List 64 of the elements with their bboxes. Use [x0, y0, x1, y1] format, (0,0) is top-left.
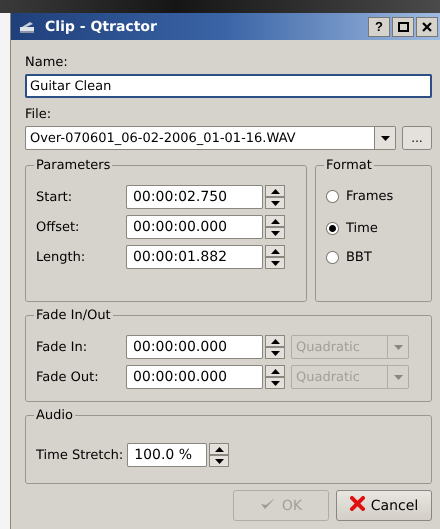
up-arrow-icon — [270, 248, 280, 254]
spin-up-button[interactable] — [265, 185, 285, 197]
spin-up-button[interactable] — [265, 215, 285, 227]
spin-down-button[interactable] — [265, 197, 285, 209]
radio-circle[interactable] — [326, 222, 339, 235]
field-label: Start: — [36, 190, 74, 204]
name-field[interactable]: Guitar Clean — [25, 74, 432, 98]
down-arrow-icon — [270, 200, 280, 206]
maximize-icon — [398, 22, 408, 32]
down-arrow-icon — [270, 350, 280, 356]
spin-up-button[interactable] — [265, 245, 285, 257]
field-label: Time Stretch: — [36, 448, 124, 462]
time-spinbox[interactable]: 00:00:00.000 — [126, 335, 263, 359]
radio-option[interactable]: Time — [326, 221, 378, 236]
radio-option[interactable]: Frames — [326, 189, 394, 204]
field-label: Fade Out: — [36, 370, 100, 384]
browse-button[interactable]: ... — [402, 126, 432, 150]
up-arrow-icon — [270, 188, 280, 194]
spin-down-button[interactable] — [209, 455, 230, 467]
spin-up-button[interactable] — [209, 443, 230, 455]
up-arrow-icon — [270, 218, 280, 224]
down-arrow-icon — [270, 260, 280, 266]
radio-circle[interactable] — [326, 190, 339, 203]
radio-option[interactable]: BBT — [326, 250, 372, 265]
up-arrow-icon — [270, 338, 280, 344]
close-button[interactable] — [416, 16, 438, 36]
dropdown-arrow-icon — [380, 136, 390, 140]
spin-down-button[interactable] — [265, 347, 285, 359]
time-spinbox[interactable]: 00:00:00.000 — [126, 365, 263, 389]
cancel-button[interactable]: Cancel — [336, 490, 432, 521]
down-arrow-icon — [270, 230, 280, 236]
cancel-icon — [350, 496, 365, 511]
close-icon — [422, 22, 432, 32]
time-spinbox[interactable]: 00:00:02.750 — [126, 185, 263, 209]
time-spinbox[interactable]: 00:00:00.000 — [126, 215, 263, 239]
spin-up-button[interactable] — [265, 335, 285, 347]
maximize-button[interactable] — [392, 16, 414, 36]
spin-up-button[interactable] — [265, 365, 285, 377]
group-title: Audio — [35, 408, 74, 423]
spin-down-button[interactable] — [265, 257, 285, 269]
app-icon — [19, 20, 35, 34]
time-spinbox[interactable]: 00:00:01.882 — [126, 245, 263, 269]
group-title: Format — [325, 158, 373, 173]
radio-circle[interactable] — [326, 251, 339, 264]
window-title: Clip - Qtractor — [45, 18, 158, 34]
field-label: File: — [25, 107, 52, 122]
field-label: Length: — [36, 250, 86, 264]
dropdown-arrow-icon — [394, 344, 402, 350]
percent-spinbox[interactable]: 100.0 % — [127, 443, 208, 467]
down-arrow-icon — [270, 380, 280, 386]
group-title: Fade In/Out — [35, 308, 112, 323]
help-button[interactable]: ? — [368, 16, 390, 36]
field-label: Name: — [25, 55, 68, 70]
spin-down-button[interactable] — [265, 377, 285, 389]
check-icon — [260, 497, 276, 510]
down-arrow-icon — [214, 458, 224, 464]
field-label: Fade In: — [36, 340, 88, 354]
field-label: Offset: — [36, 220, 80, 234]
up-arrow-icon — [270, 368, 280, 374]
file-combobox[interactable]: Over-070601_06-02-2006_01-01-16.WAV — [25, 126, 396, 150]
group-title: Parameters — [35, 158, 112, 173]
dropdown-arrow-icon — [394, 374, 402, 380]
spin-down-button[interactable] — [265, 227, 285, 239]
up-arrow-icon — [214, 446, 224, 452]
